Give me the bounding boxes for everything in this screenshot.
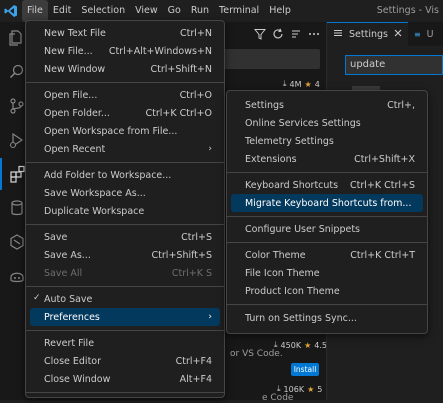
- menu-separator: [227, 304, 427, 305]
- install-button[interactable]: Install: [291, 363, 319, 376]
- menu-run[interactable]: Run: [186, 0, 214, 22]
- menu-item-close-editor[interactable]: Close Editor Ctrl+F4: [30, 352, 220, 370]
- menu-item-save[interactable]: Save Ctrl+S: [30, 228, 220, 246]
- settings-tab-icon: [333, 28, 343, 41]
- chevron-right-icon: ›: [208, 312, 212, 322]
- menu-item-preferences[interactable]: Preferences ›: [30, 308, 220, 326]
- vscode-logo-icon: [0, 0, 22, 22]
- preferences-submenu: Settings Ctrl+, Online Services Settings …: [226, 90, 428, 334]
- menu-item-close-window[interactable]: Close Window Alt+F4: [30, 370, 220, 388]
- menu-item-save-all[interactable]: Save All Ctrl+K S: [30, 264, 220, 282]
- tab-settings[interactable]: Settings: [327, 22, 408, 46]
- extension-stat: ⤓ 4M ★ 4: [283, 79, 320, 89]
- close-icon[interactable]: [394, 29, 402, 40]
- menu-item-online-services-settings[interactable]: Online Services Settings: [231, 114, 423, 132]
- star-icon: ★: [304, 79, 312, 89]
- menu-separator: [227, 216, 427, 217]
- menu-item-telemetry-settings[interactable]: Telemetry Settings: [231, 132, 423, 150]
- checkmark-icon: ✓: [33, 293, 41, 303]
- menu-selection[interactable]: Selection: [76, 0, 130, 22]
- menu-item-new-window[interactable]: New Window Ctrl+Shift+N: [30, 60, 220, 78]
- menu-separator: [26, 82, 224, 83]
- menu-item-add-folder[interactable]: Add Folder to Workspace...: [30, 166, 220, 184]
- menu-bar: File Edit Selection View Go Run Terminal…: [22, 0, 296, 22]
- star-icon: ★: [307, 384, 315, 394]
- menu-view[interactable]: View: [130, 0, 163, 22]
- menu-item-open-recent[interactable]: Open Recent ›: [30, 140, 220, 158]
- extension-description: or VS Code.: [230, 349, 283, 359]
- menu-terminal[interactable]: Terminal: [214, 0, 264, 22]
- more-actions-icon[interactable]: [308, 28, 320, 43]
- menu-separator: [26, 224, 224, 225]
- menu-separator: [26, 392, 224, 393]
- menu-item-configure-user-snippets[interactable]: Configure User Snippets: [231, 220, 423, 238]
- menu-separator: [227, 172, 427, 173]
- tab-bar: Settings ≡ U: [327, 22, 443, 46]
- menu-go[interactable]: Go: [163, 0, 186, 22]
- filter-icon[interactable]: [253, 28, 267, 43]
- menu-separator: [26, 330, 224, 331]
- menu-item-open-folder[interactable]: Open Folder... Ctrl+K Ctrl+O: [30, 104, 220, 122]
- menu-item-save-workspace-as[interactable]: Save Workspace As...: [30, 184, 220, 202]
- star-icon: ★: [304, 340, 312, 350]
- menu-item-new-text-file[interactable]: New Text File Ctrl+N: [30, 24, 220, 42]
- menu-item-open-workspace[interactable]: Open Workspace from File...: [30, 122, 220, 140]
- menu-item-settings-sync[interactable]: Turn on Settings Sync...: [231, 309, 423, 327]
- menu-item-auto-save[interactable]: ✓ Auto Save: [30, 290, 220, 308]
- menu-item-extensions[interactable]: Extensions Ctrl+Shift+X: [231, 150, 423, 168]
- extension-tab-icon: ≡: [413, 29, 421, 39]
- tab-extension[interactable]: ≡ U: [408, 22, 440, 46]
- menu-item-revert-file[interactable]: Revert File: [30, 334, 220, 352]
- menu-item-duplicate-workspace[interactable]: Duplicate Workspace: [30, 202, 220, 220]
- clear-all-icon[interactable]: [290, 28, 302, 43]
- menu-item-product-icon-theme[interactable]: Product Icon Theme: [231, 282, 423, 300]
- menu-item-color-theme[interactable]: Color Theme Ctrl+K Ctrl+T: [231, 246, 423, 264]
- menu-item-settings[interactable]: Settings Ctrl+,: [231, 96, 423, 114]
- menu-separator: [26, 286, 224, 287]
- menu-item-new-file[interactable]: New File... Ctrl+Alt+Windows+N: [30, 42, 220, 60]
- menu-help[interactable]: Help: [264, 0, 296, 22]
- menu-item-open-file[interactable]: Open File... Ctrl+O: [30, 86, 220, 104]
- window-title: Settings - Vis: [376, 5, 439, 16]
- extension-description: e Code: [262, 393, 294, 403]
- settings-search-input[interactable]: update: [345, 55, 443, 75]
- menu-item-keyboard-shortcuts[interactable]: Keyboard Shortcuts Ctrl+K Ctrl+S: [231, 176, 423, 194]
- download-icon: ⤓: [283, 79, 287, 88]
- title-bar: File Edit Selection View Go Run Terminal…: [0, 0, 443, 22]
- chevron-right-icon: ›: [208, 144, 212, 154]
- menu-item-migrate-keyboard-shortcuts[interactable]: Migrate Keyboard Shortcuts from...: [231, 194, 423, 212]
- menu-separator: [227, 242, 427, 243]
- file-menu: New Text File Ctrl+N New File... Ctrl+Alt+…: [25, 20, 225, 398]
- menu-edit[interactable]: Edit: [48, 0, 76, 22]
- menu-file[interactable]: File: [22, 0, 48, 22]
- menu-separator: [26, 162, 224, 163]
- menu-item-save-as[interactable]: Save As... Ctrl+Shift+S: [30, 246, 220, 264]
- menu-item-file-icon-theme[interactable]: File Icon Theme: [231, 264, 423, 282]
- refresh-icon[interactable]: [272, 28, 284, 43]
